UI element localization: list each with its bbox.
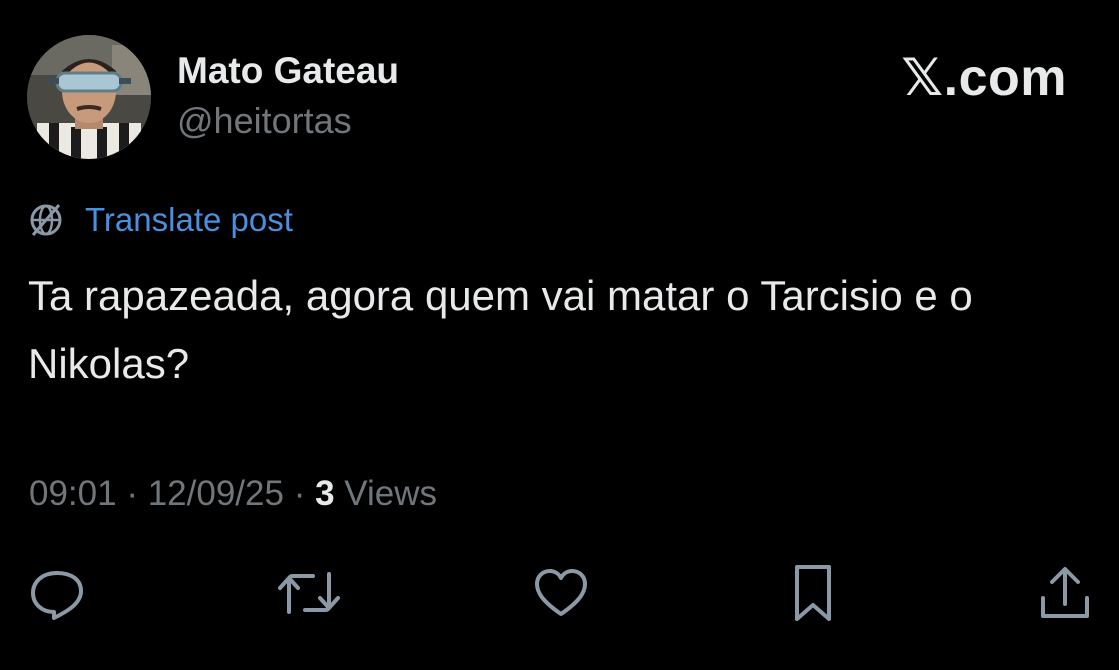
globe-icon: [27, 201, 65, 239]
bookmark-button[interactable]: [783, 563, 843, 623]
translate-post-label: Translate post: [85, 201, 293, 238]
views-label[interactable]: Views: [344, 474, 437, 513]
reply-button[interactable]: [27, 563, 87, 623]
meta-separator: ·: [293, 474, 306, 513]
author-handle[interactable]: @heitortas: [177, 100, 352, 142]
repost-button[interactable]: [277, 563, 341, 623]
post-meta: 09:01 · 12/09/25 · 3 Views: [29, 474, 437, 514]
x-brand-logo: 𝕏.com: [901, 49, 1067, 107]
views-count[interactable]: 3: [315, 474, 334, 513]
avatar-photo: [27, 35, 151, 159]
translate-post-button[interactable]: Translate post: [27, 200, 293, 240]
avatar[interactable]: [27, 35, 151, 159]
author-display-name[interactable]: Mato Gateau: [177, 50, 399, 92]
repost-icon: [277, 564, 341, 622]
share-icon: [1036, 564, 1094, 622]
post-time[interactable]: 09:01: [29, 474, 117, 513]
like-button[interactable]: [531, 563, 591, 623]
post-date[interactable]: 12/09/25: [148, 474, 284, 513]
meta-separator: ·: [126, 474, 138, 513]
bookmark-icon: [789, 563, 837, 623]
heart-icon: [532, 564, 590, 622]
reply-icon: [28, 564, 86, 622]
post-text: Ta rapazeada, agora quem vai matar o Tar…: [28, 272, 973, 387]
post-actions-bar: [0, 563, 1119, 623]
share-button[interactable]: [1035, 563, 1095, 623]
